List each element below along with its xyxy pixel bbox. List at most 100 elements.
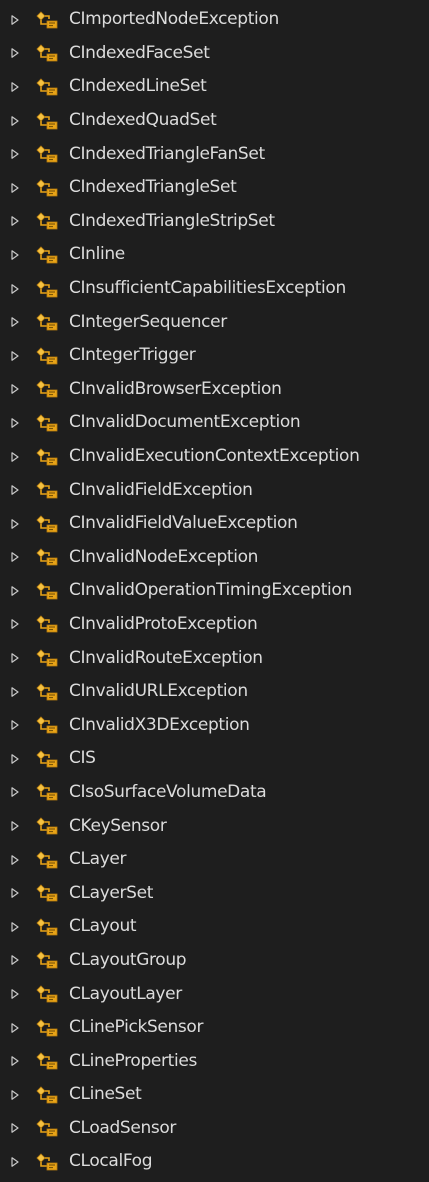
tree-item[interactable]: CIndexedLineSet: [0, 70, 429, 104]
collapsed-triangle-icon[interactable]: [11, 418, 19, 428]
tree-item[interactable]: CIntegerTrigger: [0, 339, 429, 373]
tree-item[interactable]: CInvalidDocumentException: [0, 406, 429, 440]
tree-item-label: CIndexedFaceSet: [69, 42, 210, 63]
tree-item[interactable]: CLayoutGroup: [0, 944, 429, 978]
tree-item[interactable]: CInsufficientCapabilitiesException: [0, 272, 429, 306]
tree-item[interactable]: CIndexedTriangleStripSet: [0, 205, 429, 239]
collapsed-triangle-icon[interactable]: [11, 182, 19, 193]
collapsed-triangle-icon[interactable]: [11, 821, 19, 831]
collapsed-triangle-icon[interactable]: [11, 1123, 19, 1134]
tree-item[interactable]: CInvalidProtoException: [0, 608, 429, 642]
class-hierarchy-icon: [36, 447, 58, 466]
tree-item[interactable]: CLayoutLayer: [0, 977, 429, 1011]
tree-item[interactable]: CInvalidFieldValueException: [0, 507, 429, 541]
class-hierarchy-icon: [36, 716, 58, 734]
collapsed-triangle-icon[interactable]: [11, 350, 19, 361]
collapsed-triangle-icon[interactable]: [11, 653, 19, 663]
collapsed-triangle-icon[interactable]: [11, 754, 19, 764]
collapsed-triangle-icon[interactable]: [11, 1157, 19, 1167]
collapsed-triangle-icon[interactable]: [11, 552, 19, 563]
collapsed-triangle-icon[interactable]: [11, 787, 19, 798]
collapsed-triangle-icon[interactable]: [11, 1022, 19, 1033]
class-hierarchy-icon: [36, 582, 58, 600]
tree-item[interactable]: CInvalidRouteException: [0, 641, 429, 675]
class-hierarchy-icon: [36, 985, 58, 1003]
collapsed-triangle-icon[interactable]: [11, 1089, 19, 1100]
tree-item[interactable]: CIndexedQuadSet: [0, 104, 429, 138]
collapsed-triangle-icon[interactable]: [11, 955, 19, 966]
collapsed-triangle-icon[interactable]: [11, 14, 19, 25]
tree-item[interactable]: CLineProperties: [0, 1044, 429, 1078]
tree-item-label: CLayerSet: [69, 882, 154, 903]
class-hierarchy-icon: [36, 918, 58, 936]
tree-item-label: CInvalidBrowserException: [69, 378, 282, 399]
tree-item[interactable]: CIndexedFaceSet: [0, 37, 429, 71]
tree-item[interactable]: CIndexedTriangleSet: [0, 171, 429, 205]
tree-item[interactable]: CInvalidURLException: [0, 675, 429, 709]
collapsed-triangle-icon[interactable]: [11, 888, 19, 899]
tree-item[interactable]: CLinePickSensor: [0, 1011, 429, 1045]
class-tree-view[interactable]: CImportedNodeException CIndexedFaceSet C…: [0, 0, 429, 1182]
collapsed-triangle-icon[interactable]: [11, 989, 19, 999]
tree-item[interactable]: CLayer: [0, 843, 429, 877]
collapsed-triangle-icon[interactable]: [11, 922, 19, 932]
tree-item[interactable]: CKeySensor: [0, 809, 429, 843]
tree-item[interactable]: CLayerSet: [0, 876, 429, 910]
class-hierarchy-icon: [36, 212, 58, 230]
tree-item[interactable]: CImportedNodeException: [0, 3, 429, 37]
tree-item-label: CLineProperties: [69, 1050, 197, 1071]
collapsed-triangle-icon[interactable]: [11, 686, 19, 697]
collapsed-triangle-icon[interactable]: [11, 720, 19, 731]
tree-item[interactable]: CIndexedTriangleFanSet: [0, 137, 429, 171]
tree-item[interactable]: CInvalidNodeException: [0, 541, 429, 575]
collapsed-triangle-icon[interactable]: [11, 317, 19, 327]
tree-item[interactable]: CInvalidOperationTimingException: [0, 574, 429, 608]
class-hierarchy-icon: [36, 246, 58, 264]
tree-item-label: CImportedNodeException: [69, 9, 279, 30]
tree-item-label: CLayoutLayer: [69, 983, 182, 1004]
collapsed-triangle-icon[interactable]: [11, 115, 19, 126]
tree-item[interactable]: CIsoSurfaceVolumeData: [0, 776, 429, 810]
collapsed-triangle-icon[interactable]: [11, 216, 19, 227]
collapsed-triangle-icon[interactable]: [11, 48, 19, 59]
class-hierarchy-icon: [36, 1052, 58, 1070]
class-hierarchy-icon: [36, 951, 58, 969]
collapsed-triangle-icon[interactable]: [11, 384, 19, 395]
tree-item[interactable]: CLayout: [0, 910, 429, 944]
collapsed-triangle-icon[interactable]: [11, 586, 19, 596]
class-hierarchy-icon: [36, 515, 58, 533]
collapsed-triangle-icon[interactable]: [11, 82, 19, 92]
tree-item[interactable]: CInvalidExecutionContextException: [0, 440, 429, 474]
tree-item-label: CInvalidOperationTimingException: [69, 580, 352, 601]
collapsed-triangle-icon[interactable]: [11, 283, 19, 294]
class-hierarchy-icon: [36, 851, 58, 869]
collapsed-triangle-icon[interactable]: [11, 149, 19, 159]
tree-item[interactable]: CInvalidFieldException: [0, 473, 429, 507]
collapsed-triangle-icon[interactable]: [11, 451, 19, 462]
collapsed-triangle-icon[interactable]: [11, 619, 19, 630]
tree-item-label: CInvalidExecutionContextException: [69, 446, 360, 467]
tree-item-label: CInsufficientCapabilitiesException: [69, 278, 346, 299]
tree-item[interactable]: CLineSet: [0, 1078, 429, 1112]
collapsed-triangle-icon[interactable]: [11, 854, 19, 865]
tree-item[interactable]: CInvalidBrowserException: [0, 373, 429, 407]
tree-item-label: CIntegerTrigger: [69, 345, 196, 366]
tree-item[interactable]: CInline: [0, 238, 429, 272]
tree-rows: CImportedNodeException CIndexedFaceSet C…: [0, 3, 429, 1182]
class-hierarchy-icon: [36, 313, 58, 331]
collapsed-triangle-icon[interactable]: [11, 1056, 19, 1067]
tree-item[interactable]: CIntegerSequencer: [0, 305, 429, 339]
collapsed-triangle-icon[interactable]: [11, 518, 19, 529]
class-hierarchy-icon: [36, 1086, 58, 1104]
tree-item[interactable]: CIS: [0, 742, 429, 776]
collapsed-triangle-icon[interactable]: [11, 485, 19, 495]
tree-item-label: CIndexedTriangleStripSet: [69, 210, 275, 231]
collapsed-triangle-icon[interactable]: [11, 250, 19, 260]
tree-item[interactable]: CLoadSensor: [0, 1112, 429, 1146]
tree-item-label: CLayoutGroup: [69, 949, 187, 970]
tree-item[interactable]: CInvalidX3DException: [0, 708, 429, 742]
class-hierarchy-icon: [36, 615, 58, 633]
tree-item-label: CInvalidX3DException: [69, 714, 250, 735]
tree-item-label: CIndexedTriangleSet: [69, 177, 237, 198]
tree-item[interactable]: CLocalFog: [0, 1145, 429, 1179]
